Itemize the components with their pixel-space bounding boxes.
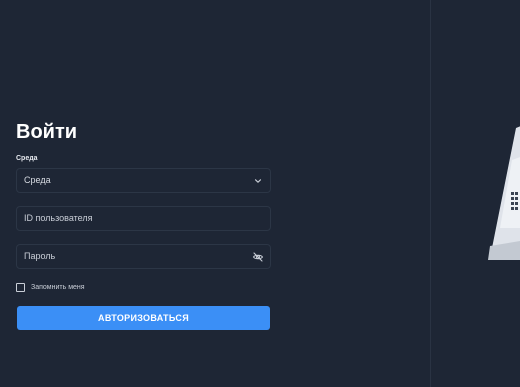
password-input[interactable] <box>24 245 244 268</box>
login-screen: Войти Среда Среда Запомнить меня АВТОРИЗ… <box>0 0 520 387</box>
login-form: Войти Среда Среда Запомнить меня АВТОРИЗ… <box>16 120 271 330</box>
environment-label: Среда <box>16 155 38 162</box>
eye-off-icon[interactable] <box>252 251 264 263</box>
laptop-illustration <box>488 126 520 260</box>
remember-me[interactable]: Запомнить меня <box>16 281 271 293</box>
page-title: Войти <box>16 121 78 143</box>
chevron-down-icon[interactable] <box>252 175 264 187</box>
panel-divider <box>430 0 431 387</box>
remember-me-checkbox[interactable] <box>16 282 25 292</box>
remember-me-label: Запомнить меня <box>31 283 85 291</box>
environment-select[interactable]: Среда <box>16 168 271 193</box>
environment-select-value: Среда <box>24 175 51 185</box>
login-button[interactable]: АВТОРИЗОВАТЬСЯ <box>17 306 270 330</box>
user-id-input[interactable] <box>24 207 244 230</box>
user-id-field[interactable] <box>16 206 271 231</box>
password-field[interactable] <box>16 244 271 269</box>
